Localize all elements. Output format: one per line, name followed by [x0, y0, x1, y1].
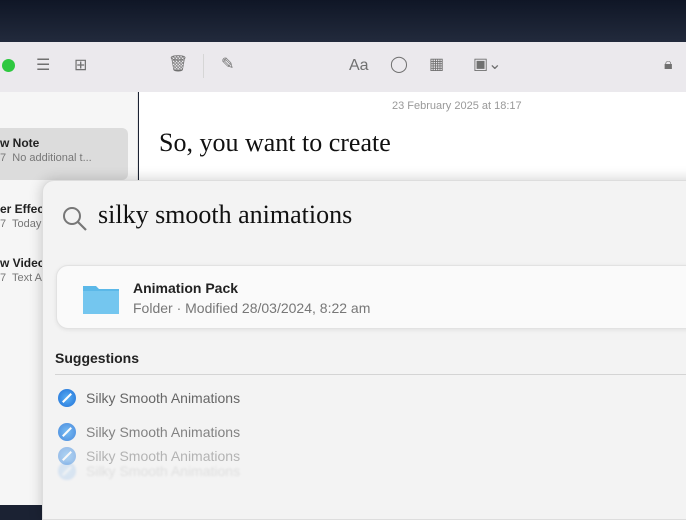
list-view-icon[interactable]: ☰ — [36, 57, 50, 75]
note-date: 23 February 2025 at 18:17 — [392, 100, 522, 112]
gallery-view-icon[interactable]: ⊞ — [74, 57, 87, 75]
checklist-icon[interactable]: ◯ — [390, 56, 408, 74]
result-subtitle: Folder · Modified 28/03/2024, 8:22 am — [133, 300, 371, 316]
toolbar-divider — [203, 54, 204, 78]
note-list-item[interactable]: w Note 7 No additional t... — [0, 128, 128, 180]
media-icon[interactable]: ▣⌄ — [473, 56, 502, 74]
result-title: Animation Pack — [133, 280, 239, 296]
search-icon — [63, 207, 87, 231]
desktop-background — [0, 0, 686, 42]
lock-icon[interactable]: 🔒︎ — [664, 56, 673, 74]
compose-icon[interactable]: ✎ — [221, 56, 234, 74]
folder-icon — [83, 286, 119, 314]
suggestion-item[interactable]: Silky Smooth Animations — [58, 389, 240, 407]
safari-icon — [58, 389, 76, 407]
note-title: So, you want to create — [159, 128, 391, 157]
search-input[interactable]: silky smooth animations — [98, 200, 352, 230]
top-result[interactable]: Animation Pack Folder · Modified 28/03/2… — [56, 265, 686, 329]
suggestion-item[interactable]: Silky Smooth Animations — [58, 423, 240, 441]
divider — [55, 374, 686, 375]
safari-icon — [58, 423, 76, 441]
notes-toolbar — [0, 42, 686, 92]
suggestion-item[interactable]: Silky Smooth Animations — [58, 462, 240, 480]
suggestions-header: Suggestions — [55, 350, 140, 366]
format-button[interactable]: Aa — [349, 57, 369, 75]
window-zoom-button[interactable] — [2, 59, 15, 72]
safari-icon — [58, 462, 76, 480]
table-icon[interactable]: ▦ — [429, 56, 444, 74]
trash-icon[interactable]: 🗑 — [168, 56, 188, 74]
